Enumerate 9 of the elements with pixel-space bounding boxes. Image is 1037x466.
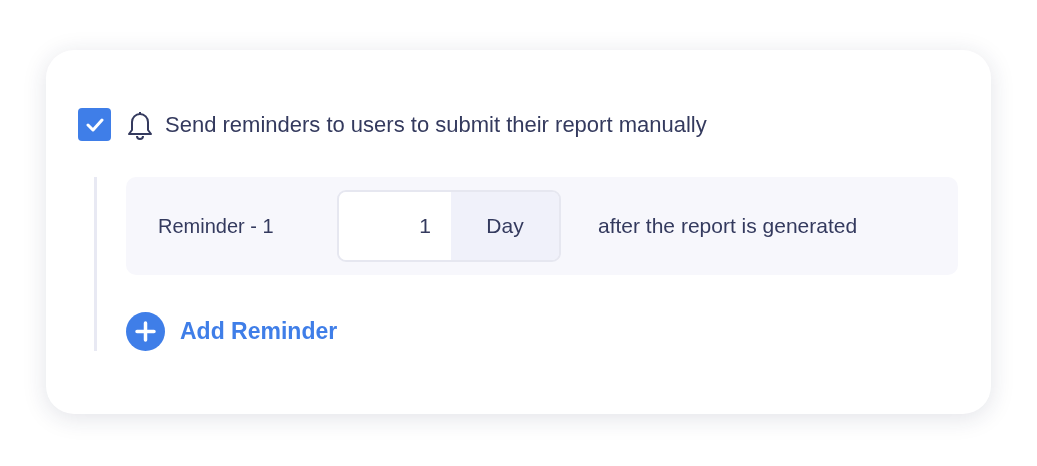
plus-icon xyxy=(126,312,165,351)
reminder-option-label: Send reminders to users to submit their report manually xyxy=(165,111,707,138)
unit-label: Day xyxy=(451,192,559,260)
reminder-suffix: after the report is generated xyxy=(598,214,858,238)
duration-field[interactable]: 1 Day xyxy=(337,190,561,262)
reminder-label: Reminder - 1 xyxy=(158,214,275,238)
add-reminder-button[interactable]: Add Reminder xyxy=(126,312,338,351)
checkmark-icon xyxy=(85,117,104,132)
checkbox[interactable] xyxy=(78,108,111,141)
